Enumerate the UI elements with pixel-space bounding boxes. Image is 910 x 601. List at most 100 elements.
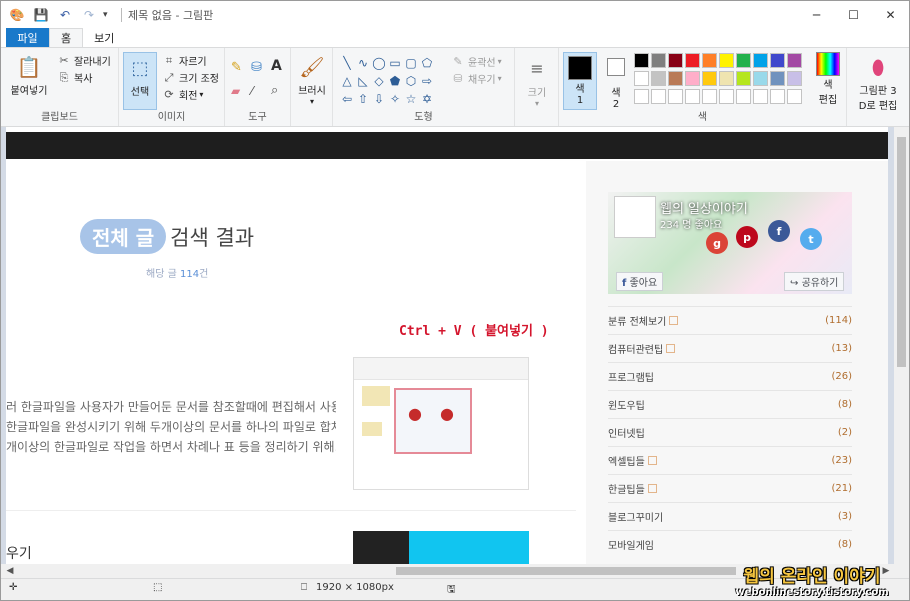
palette-swatch[interactable] [770, 89, 785, 104]
palette-swatch[interactable] [651, 89, 666, 104]
palette-swatch[interactable] [702, 71, 717, 86]
palette-swatch[interactable] [651, 53, 666, 68]
fill-icon: ⛁ [453, 72, 463, 85]
palette-swatch[interactable] [685, 89, 700, 104]
category-item[interactable]: 프로그램팁 (26) [608, 362, 852, 390]
up-arrow-shape-icon[interactable]: ⇧ [355, 90, 371, 108]
palette-swatch[interactable] [719, 89, 734, 104]
close-button[interactable]: ✕ [872, 1, 909, 28]
magnifier-icon[interactable]: ⌕ [271, 83, 278, 98]
palette-swatch[interactable] [668, 89, 683, 104]
text-tool-icon[interactable]: A [271, 58, 282, 74]
palette-swatch[interactable] [634, 89, 649, 104]
facebook-share-button[interactable]: ↪ 공유하기 [784, 272, 845, 291]
maximize-button[interactable]: ☐ [835, 1, 872, 28]
six-star-shape-icon[interactable]: ✡ [419, 90, 435, 108]
undo-icon[interactable]: ↶ [57, 7, 73, 23]
outline-button[interactable]: ✎ 윤곽선 ▾ [451, 54, 501, 69]
category-item[interactable]: 인터넷팁 (2) [608, 418, 852, 446]
category-item[interactable]: 컴퓨터관련팁 (13) [608, 334, 852, 362]
hexagon-shape-icon[interactable]: ⬡ [403, 72, 419, 90]
horizontal-scroll-thumb[interactable] [396, 567, 736, 575]
tab-file[interactable]: 파일 [6, 28, 49, 47]
category-item[interactable]: 윈도우팁 (8) [608, 390, 852, 418]
diamond-shape-icon[interactable]: ◇ [371, 72, 387, 90]
palette-swatch[interactable] [719, 53, 734, 68]
edit-with-paint3d-button[interactable]: ⬮ 그림판 3 D로 편집 [853, 52, 903, 112]
fill-bucket-icon[interactable]: ⛁ [251, 60, 262, 75]
oval-shape-icon[interactable]: ◯ [371, 54, 387, 72]
fill-button[interactable]: ⛁ 채우기 ▾ [451, 71, 502, 86]
palette-swatch[interactable] [702, 89, 717, 104]
palette-swatch[interactable] [634, 53, 649, 68]
triangle-shape-icon[interactable]: △ [339, 72, 355, 90]
rounded-rect-shape-icon[interactable]: ▢ [403, 54, 419, 72]
save-icon[interactable]: 💾 [33, 7, 49, 23]
color2-button[interactable]: 색 2 [601, 52, 631, 110]
four-star-shape-icon[interactable]: ✧ [387, 90, 403, 108]
category-item[interactable]: 블로그꾸미기 (3) [608, 502, 852, 530]
line-shape-icon[interactable]: ╲ [339, 54, 355, 72]
resize-button[interactable]: ⤢ 크기 조정 [162, 70, 219, 86]
vertical-scroll-thumb[interactable] [897, 137, 906, 367]
palette-swatch[interactable] [787, 53, 802, 68]
vertical-scrollbar[interactable] [894, 127, 909, 564]
right-triangle-shape-icon[interactable]: ◺ [355, 72, 371, 90]
curve-shape-icon[interactable]: ∿ [355, 54, 371, 72]
palette-swatch[interactable] [685, 53, 700, 68]
palette-swatch[interactable] [685, 71, 700, 86]
cut-button[interactable]: ✂ 잘라내기 [57, 53, 110, 68]
category-item[interactable]: 엑셀팁들 (23) [608, 446, 852, 474]
scroll-left-arrow-icon[interactable]: ◀ [3, 564, 17, 578]
rotate-button[interactable]: ⟳ 회전 ▾ [162, 87, 203, 102]
color-picker-icon[interactable]: ⁄ [251, 84, 253, 98]
palette-swatch[interactable] [668, 53, 683, 68]
palette-swatch[interactable] [787, 71, 802, 86]
palette-swatch[interactable] [702, 53, 717, 68]
brushes-button[interactable]: 🖌 브러시 ▾ [295, 52, 329, 106]
right-arrow-shape-icon[interactable]: ⇨ [419, 72, 435, 90]
crop-button[interactable]: ⌗ 자르기 [162, 53, 207, 69]
palette-swatch[interactable] [753, 53, 768, 68]
size-group: ≡ 크기 ▾ [515, 48, 559, 126]
palette-swatch[interactable] [753, 71, 768, 86]
edit-colors-button[interactable]: 색 편집 [813, 52, 843, 106]
down-arrow-shape-icon[interactable]: ⇩ [371, 90, 387, 108]
palette-swatch[interactable] [736, 53, 751, 68]
palette-swatch[interactable] [736, 71, 751, 86]
color1-button[interactable]: 색 1 [563, 52, 597, 110]
palette-swatch[interactable] [753, 89, 768, 104]
paint-app-icon[interactable]: 🎨 [9, 7, 25, 23]
minimize-button[interactable]: ─ [798, 1, 835, 28]
category-item[interactable]: 한글팁들 (21) [608, 474, 852, 502]
facebook-like-button[interactable]: f 좋아요 [616, 272, 664, 291]
palette-swatch[interactable] [634, 71, 649, 86]
rectangle-shape-icon[interactable]: ▭ [387, 54, 403, 72]
category-item[interactable]: 모바일게임 (8) [608, 530, 852, 558]
eraser-icon[interactable]: ▰ [231, 84, 240, 98]
palette-swatch[interactable] [787, 89, 802, 104]
left-arrow-shape-icon[interactable]: ⇦ [339, 90, 355, 108]
share-arrow-icon: ↪ [790, 278, 799, 289]
palette-swatch[interactable] [770, 71, 785, 86]
palette-swatch[interactable] [651, 71, 666, 86]
category-item[interactable]: 분류 전체보기 (114) [608, 306, 852, 334]
tab-view[interactable]: 보기 [83, 28, 125, 47]
pentagon-shape-icon[interactable]: ⬟ [387, 72, 403, 90]
palette-swatch[interactable] [719, 71, 734, 86]
size-button[interactable]: ≡ 크기 ▾ [521, 54, 553, 109]
palette-swatch[interactable] [668, 71, 683, 86]
fill-dropdown-icon: ▾ [497, 74, 502, 83]
paste-button[interactable]: 📋 붙여넣기 [7, 52, 51, 97]
palette-swatch[interactable] [736, 89, 751, 104]
copy-button[interactable]: ⎘ 복사 [57, 70, 93, 86]
canvas[interactable]: 전체 글 검색 결과 해당 글 114건 Ctrl + V ( 붙여넣기 ) 러… [6, 127, 888, 567]
redo-icon[interactable]: ↷ [81, 7, 97, 23]
pencil-icon[interactable]: ✎ [231, 60, 242, 75]
quick-access-dropdown-icon[interactable]: ▾ [103, 10, 115, 20]
five-star-shape-icon[interactable]: ☆ [403, 90, 419, 108]
tab-home[interactable]: 홈 [49, 28, 84, 47]
palette-swatch[interactable] [770, 53, 785, 68]
polygon-shape-icon[interactable]: ⬠ [419, 54, 435, 72]
select-button[interactable]: ⬚ 선택 [123, 52, 157, 110]
